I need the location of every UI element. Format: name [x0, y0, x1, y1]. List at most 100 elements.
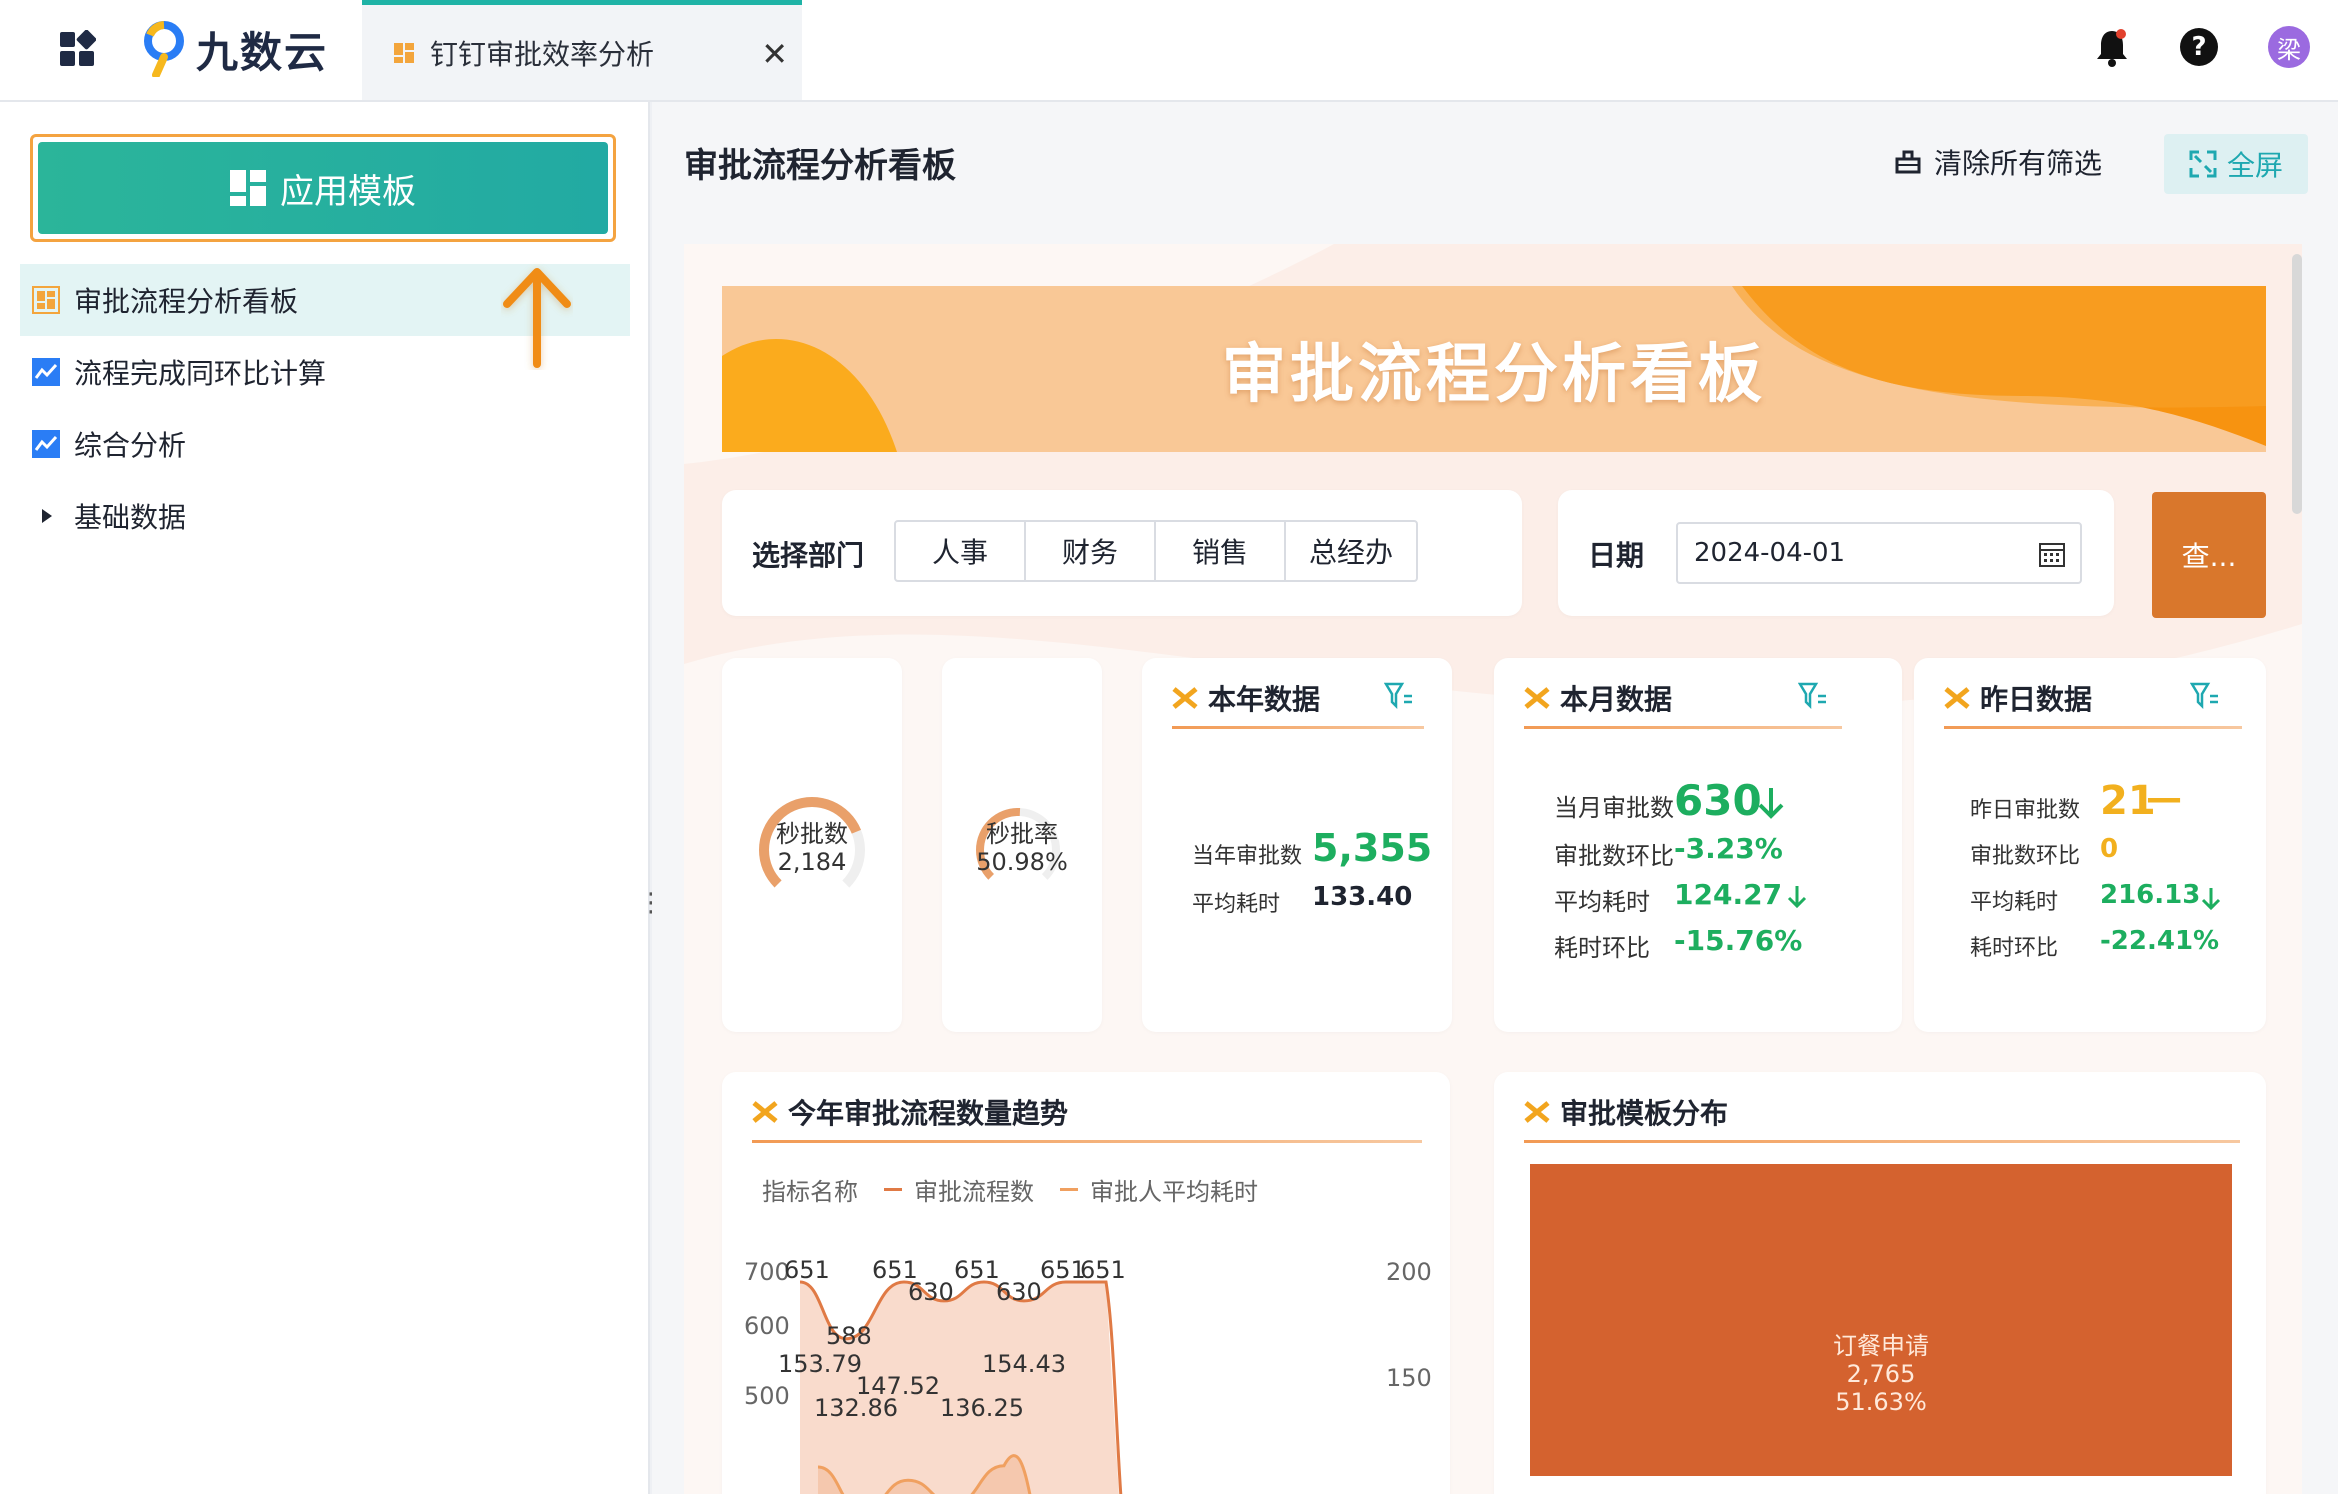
arrow-down-icon — [2201, 888, 2221, 911]
right-axis-tick: 150 — [1386, 1364, 1432, 1392]
yesterday-ratio-value: 0 — [2100, 834, 2119, 864]
caret-right-icon[interactable] — [32, 502, 60, 530]
card-title-text: 审批模板分布 — [1560, 1097, 1729, 1130]
page-title: 审批流程分析看板 — [684, 146, 956, 186]
series-0-data-label: 630 — [996, 1278, 1042, 1306]
date-input[interactable]: 2024-04-01 — [1676, 522, 2082, 584]
card-title-rule — [1172, 726, 1424, 729]
gauge-card-instant-count: 秒批数 2,184 — [722, 658, 902, 1032]
banner-title: 审批流程分析看板 — [1222, 338, 1766, 412]
sidebar-item-label: 综合分析 — [74, 429, 187, 462]
series-1-data-label: 147.52 — [856, 1372, 940, 1400]
month-count-label: 当月审批数 — [1554, 794, 1674, 822]
eraser-icon — [1895, 150, 1921, 174]
help-icon[interactable]: ? — [2180, 28, 2218, 66]
clear-filters-button[interactable]: 清除所有筛选 — [1894, 142, 2102, 182]
sidebar-item-overall-analysis[interactable]: 综合分析 — [20, 408, 630, 480]
series-0-data-label: 651 — [784, 1256, 830, 1284]
left-axis-tick: 600 — [744, 1312, 790, 1340]
template-icon — [230, 170, 266, 206]
apply-template-button[interactable]: 应用模板 — [38, 142, 608, 234]
yesterday-avg-ratio-value: -22.41% — [2100, 926, 2220, 956]
dept-option-sales[interactable]: 销售 — [1156, 522, 1286, 580]
series-0-data-label: 651 — [1080, 1256, 1126, 1284]
logo-mark-icon — [144, 21, 184, 77]
top-right-actions: ? 梁 — [2094, 26, 2310, 68]
series-0-data-label: 651 — [1040, 1256, 1086, 1284]
month-avg-ratio-label: 耗时环比 — [1554, 934, 1650, 962]
logo-text: 九数云 — [196, 27, 329, 77]
cross-icon — [1944, 687, 1970, 709]
top-bar: 九数云 钉钉审批效率分析 ✕ ? 梁 — [0, 0, 2338, 102]
cross-icon — [1524, 1101, 1550, 1123]
dept-option-hr[interactable]: 人事 — [896, 522, 1026, 580]
dept-option-gm-office[interactable]: 总经办 — [1286, 522, 1416, 580]
filter-icon[interactable] — [1384, 682, 1414, 710]
sidebar-item-base-data[interactable]: 基础数据 — [20, 480, 630, 552]
card-title: 本月数据 — [1524, 678, 1672, 718]
date-filter-card: 日期 2024-04-01 — [1558, 490, 2114, 616]
month-count-value: 630 — [1674, 776, 1762, 825]
main-content: 审批流程分析看板 清除所有筛选 全屏 审批流程分析看板 选择部门 人事 财务 销… — [652, 102, 2338, 1494]
filter-icon[interactable] — [2190, 682, 2220, 710]
fullscreen-icon — [2189, 150, 2217, 178]
sidebar-item-label: 审批流程分析看板 — [74, 285, 299, 318]
year-avg-value: 133.40 — [1312, 882, 1413, 912]
card-title-rule — [1944, 726, 2242, 729]
series-0-data-label: 630 — [908, 1278, 954, 1306]
year-count-value: 5,355 — [1312, 826, 1433, 870]
tab-approval-analysis[interactable]: 钉钉审批效率分析 ✕ — [362, 0, 802, 100]
yesterday-count-trend: — — [2146, 778, 2182, 819]
department-filter-label: 选择部门 — [752, 539, 865, 572]
dashboard-canvas: 审批流程分析看板 选择部门 人事 财务 销售 总经办 日期 2024-04-01 — [684, 244, 2302, 1494]
vertical-scrollbar[interactable] — [2292, 254, 2302, 514]
card-title-text: 本年数据 — [1208, 683, 1321, 716]
series-1-data-label: 136.25 — [940, 1394, 1024, 1422]
trend-chart: 7006005002001506515886516306516306516511… — [744, 1256, 1432, 1494]
series-0-data-label: 588 — [826, 1322, 872, 1350]
clear-filters-label: 清除所有筛选 — [1934, 147, 2103, 180]
fullscreen-label: 全屏 — [2226, 149, 2283, 182]
treemap-tile-value: 2,765 — [1846, 1360, 1916, 1388]
line-chart-icon — [32, 430, 60, 458]
filter-icon[interactable] — [1798, 682, 1828, 710]
treemap-tile-meal-order[interactable]: 订餐申请 2,765 51.63% — [1530, 1164, 2232, 1476]
app-logo[interactable]: 九数云 — [142, 18, 328, 80]
year-stats-card: 本年数据 当年审批数 5,355 平均耗时 133.40 — [1142, 658, 1452, 1032]
yesterday-count-label: 昨日审批数 — [1970, 798, 2081, 823]
apps-grid-icon[interactable] — [58, 30, 96, 68]
month-ratio-value: -3.23% — [1674, 832, 1783, 865]
series-0-data-label: 651 — [954, 1256, 1000, 1284]
yesterday-avg-value: 216.13 — [2100, 880, 2201, 910]
dashboard-icon — [32, 286, 60, 314]
dashboard-banner: 审批流程分析看板 — [722, 286, 2266, 452]
yesterday-avg-label: 平均耗时 — [1970, 890, 2059, 915]
gauge-value: 50.98% — [976, 848, 1068, 876]
dept-option-finance[interactable]: 财务 — [1026, 522, 1156, 580]
avatar[interactable]: 梁 — [2268, 26, 2310, 68]
yesterday-avg-ratio-label: 耗时环比 — [1970, 936, 2059, 961]
line-chart-icon — [32, 358, 60, 386]
cross-icon — [1172, 687, 1198, 709]
month-avg-value: 124.27 — [1674, 878, 1783, 911]
arrow-down-icon — [1787, 886, 1807, 909]
template-distribution-card: 审批模板分布 订餐申请 2,765 51.63% — [1494, 1072, 2266, 1494]
card-title-rule — [1524, 1140, 2240, 1143]
close-icon[interactable]: ✕ — [761, 35, 788, 73]
calendar-icon[interactable] — [2038, 540, 2066, 568]
treemap-tile-percent: 51.63% — [1835, 1388, 1927, 1416]
yesterday-stats-card: 昨日数据 昨日审批数 21 — 审批数环比 0 平均耗时 216.13 耗时环比… — [1914, 658, 2266, 1032]
treemap-tile-name: 订餐申请 — [1833, 1332, 1929, 1360]
series-1-data-label: 154.43 — [982, 1350, 1066, 1378]
tab-label: 钉钉审批效率分析 — [430, 37, 655, 71]
bell-icon[interactable] — [2094, 27, 2130, 67]
series-0-area — [800, 1282, 1119, 1494]
trend-chart-card: 今年审批流程数量趋势 指标名称 审批流程数 审批人平均耗时 700 600 500 2… — [722, 1072, 1450, 1494]
dashboard-icon — [394, 42, 414, 63]
series-1-data-label: 153.79 — [778, 1350, 862, 1378]
card-title-rule — [1524, 726, 1842, 729]
query-button[interactable]: 查... — [2152, 492, 2266, 618]
department-selector: 人事 财务 销售 总经办 — [894, 520, 1418, 582]
fullscreen-button[interactable]: 全屏 — [2164, 134, 2308, 194]
month-avg-ratio-value: -15.76% — [1674, 924, 1803, 957]
